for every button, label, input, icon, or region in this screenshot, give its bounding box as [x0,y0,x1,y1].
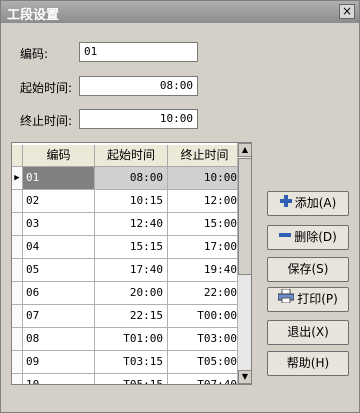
row-indicator [12,190,23,213]
arrow-down-icon: ▼ [241,372,249,381]
close-button[interactable]: × [339,4,355,19]
plus-icon [279,192,292,215]
cell-end-time[interactable]: T03:00 [168,328,242,351]
column-header-end[interactable]: 终止时间 [168,145,242,167]
column-header-start[interactable]: 起始时间 [95,145,168,167]
column-header-code[interactable]: 编码 [23,145,95,167]
start-time-field[interactable]: 08:00 [79,76,198,96]
cell-code[interactable]: 08 [23,328,95,351]
delete-button[interactable]: 删除(D) [267,225,349,250]
cell-start-time[interactable]: 15:15 [95,236,168,259]
column-header-indicator [12,145,23,167]
start-time-label: 起始时间: [20,81,73,95]
cell-start-time[interactable]: T05:15 [95,374,168,384]
cell-end-time[interactable]: 15:00 [168,213,242,236]
table-row[interactable]: 05 17:40 19:40 [12,259,242,282]
minus-icon [279,226,292,249]
end-time-label: 终止时间: [20,114,73,128]
code-label: 编码: [20,47,49,61]
cell-code[interactable]: 10 [23,374,95,384]
cell-start-time[interactable]: 08:00 [95,167,168,190]
row-indicator [12,236,23,259]
table-scrollbar[interactable]: ▲ ▼ [237,143,251,384]
exit-button-label: 退出(X) [287,325,329,339]
cell-start-time[interactable]: T03:15 [95,351,168,374]
cell-code[interactable]: 07 [23,305,95,328]
cell-end-time[interactable]: T05:00 [168,351,242,374]
cell-end-time[interactable]: 10:00 [168,167,242,190]
delete-button-label: 删除(D) [294,230,337,244]
table-row[interactable]: 02 10:15 12:00 [12,190,242,213]
print-button-label: 打印(P) [297,292,338,306]
scroll-down-button[interactable]: ▼ [238,370,251,384]
cell-start-time[interactable]: T01:00 [95,328,168,351]
scroll-up-button[interactable]: ▲ [238,143,251,157]
add-button[interactable]: 添加(A) [267,191,349,216]
title-bar[interactable]: 工段设置 × [1,1,359,23]
add-button-label: 添加(A) [294,196,337,210]
table-row[interactable]: 09 T03:15 T05:00 [12,351,242,374]
help-button-label: 帮助(H) [286,356,330,370]
table-row[interactable]: 10 T05:15 T07:40 [12,374,242,384]
cell-start-time[interactable]: 12:40 [95,213,168,236]
save-button[interactable]: 保存(S) [267,257,349,282]
code-field[interactable]: 01 [79,42,198,62]
cell-code[interactable]: 04 [23,236,95,259]
row-indicator [12,374,23,384]
cell-end-time[interactable]: 12:00 [168,190,242,213]
cell-end-time[interactable]: T00:00 [168,305,242,328]
exit-button[interactable]: 退出(X) [267,320,349,345]
table-row[interactable]: 07 22:15 T00:00 [12,305,242,328]
help-button[interactable]: 帮助(H) [267,351,349,376]
row-indicator: ▶ [12,167,23,190]
cell-end-time[interactable]: 22:00 [168,282,242,305]
work-section-settings-window: 工段设置 × 编码: 01 起始时间: 08:00 终止时间: 10:00 编码… [0,0,360,413]
row-indicator [12,259,23,282]
cell-end-time[interactable]: T07:40 [168,374,242,384]
printer-icon [277,288,295,311]
arrow-up-icon: ▲ [241,145,249,154]
row-indicator [12,351,23,374]
table-row[interactable]: 08 T01:00 T03:00 [12,328,242,351]
cell-end-time[interactable]: 19:40 [168,259,242,282]
cell-code[interactable]: 05 [23,259,95,282]
row-indicator [12,305,23,328]
cell-code[interactable]: 09 [23,351,95,374]
row-indicator [12,328,23,351]
sections-table: 编码 起始时间 终止时间 ▶ 01 08:00 10:00 02 10:15 12:00 03… [11,142,252,385]
save-button-label: 保存(S) [287,262,329,276]
row-indicator [12,282,23,305]
scroll-thumb[interactable] [238,158,251,275]
row-indicator [12,213,23,236]
table-row[interactable]: 03 12:40 15:00 [12,213,242,236]
cell-code[interactable]: 06 [23,282,95,305]
cell-start-time[interactable]: 20:00 [95,282,168,305]
window-title: 工段设置 [7,8,60,23]
print-button[interactable]: 打印(P) [267,287,349,312]
cell-code[interactable]: 01 [23,167,95,190]
cell-code[interactable]: 02 [23,190,95,213]
cell-start-time[interactable]: 10:15 [95,190,168,213]
cell-end-time[interactable]: 17:00 [168,236,242,259]
table-row[interactable]: ▶ 01 08:00 10:00 [12,167,242,190]
close-icon: × [341,4,353,18]
table-row[interactable]: 04 15:15 17:00 [12,236,242,259]
cell-start-time[interactable]: 22:15 [95,305,168,328]
end-time-field[interactable]: 10:00 [79,109,198,129]
table-row[interactable]: 06 20:00 22:00 [12,282,242,305]
cell-start-time[interactable]: 17:40 [95,259,168,282]
cell-code[interactable]: 03 [23,213,95,236]
